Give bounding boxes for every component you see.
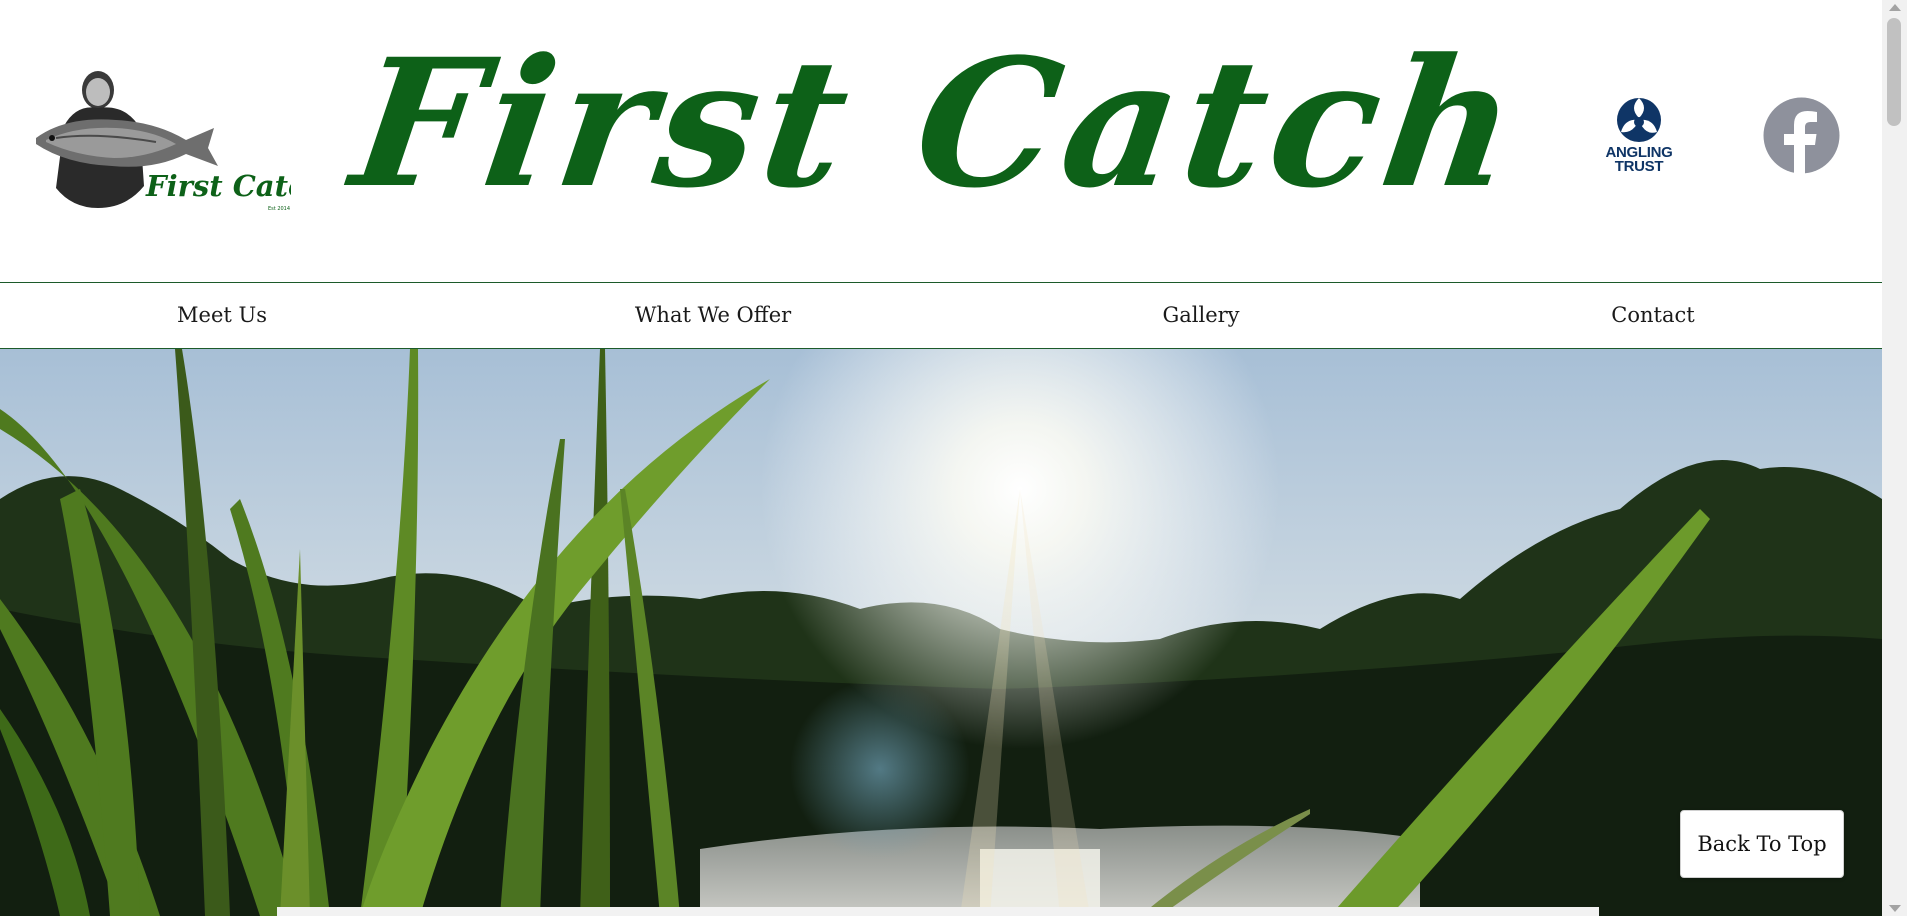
logo-graphic: First Catch Est 2014 <box>36 71 327 212</box>
facebook-icon-graphic <box>1763 97 1840 174</box>
nav-meet-us[interactable]: Meet Us <box>177 283 267 348</box>
logo-subtext: Est 2014 <box>268 206 290 212</box>
scroll-down-arrow-icon[interactable] <box>1889 905 1901 912</box>
angling-trust-icon <box>1617 98 1661 142</box>
content-panel <box>277 907 1599 916</box>
facebook-icon[interactable] <box>1763 97 1840 174</box>
site-title: First Catch <box>342 19 1534 227</box>
scrollbar-thumb[interactable] <box>1887 18 1901 126</box>
page: First Catch Est 2014 First Catch ANGLING… <box>0 0 1882 916</box>
vertical-scrollbar[interactable] <box>1882 0 1907 916</box>
first-catch-logo[interactable]: First Catch Est 2014 <box>36 68 327 216</box>
nav-what-we-offer[interactable]: What We Offer <box>635 283 791 348</box>
scroll-up-arrow-icon[interactable] <box>1889 4 1901 11</box>
main-nav: Meet Us What We Offer Gallery Contact <box>0 282 1882 349</box>
site-header: First Catch Est 2014 First Catch ANGLING… <box>0 0 1882 282</box>
nav-gallery[interactable]: Gallery <box>1162 283 1239 348</box>
back-to-top-button[interactable]: Back To Top <box>1680 810 1844 878</box>
hero-image <box>0 349 1882 916</box>
logo-text: First Catch <box>145 169 291 203</box>
angling-trust-logo[interactable]: ANGLING TRUST <box>1594 94 1684 184</box>
nav-contact[interactable]: Contact <box>1611 283 1694 348</box>
angling-trust-line2: TRUST <box>1614 158 1664 175</box>
